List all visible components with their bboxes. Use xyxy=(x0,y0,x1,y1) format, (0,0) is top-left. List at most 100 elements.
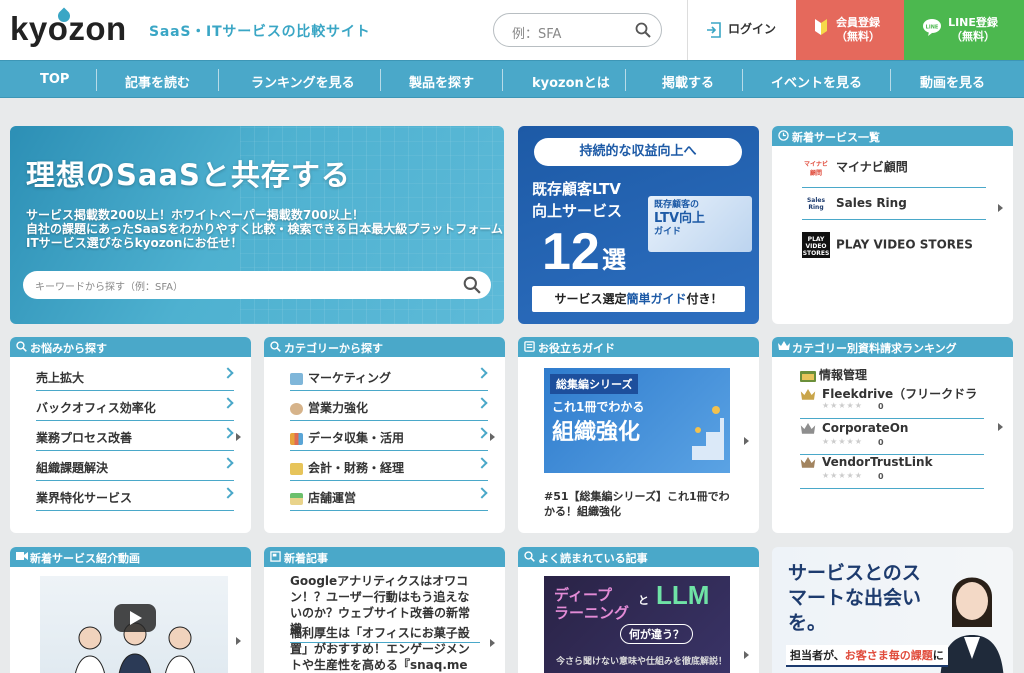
nav-ranking[interactable]: ランキングを見る xyxy=(251,72,355,91)
chevron-right-icon xyxy=(222,367,234,379)
category-label: マーケティング xyxy=(308,371,392,385)
line-register-button[interactable]: LINE LINE登録 （無料） xyxy=(904,0,1024,60)
play-icon xyxy=(130,611,142,625)
nav-products[interactable]: 製品を探す xyxy=(409,72,474,91)
login-label: ログイン xyxy=(728,22,777,36)
next-arrow-icon[interactable] xyxy=(998,423,1003,431)
header-search-input[interactable]: 例：SFA xyxy=(493,13,662,47)
salesring-logo: Sales Ring xyxy=(806,196,826,211)
category-item[interactable]: データ収集・活用 xyxy=(290,421,488,451)
nav-separator xyxy=(218,69,219,91)
rating-stars: ★★★★★ xyxy=(822,401,863,410)
nav-articles[interactable]: 記事を読む xyxy=(125,72,190,91)
bar-chart-icon xyxy=(290,432,303,445)
nav-events[interactable]: イベントを見る xyxy=(771,72,862,91)
new-services-panel: 新着サービス一覧 マイナビ顧問 マイナビ顧問 Sales Ring Sales Ri… xyxy=(772,126,1013,324)
ranking-category[interactable]: 情報管理 xyxy=(800,366,867,383)
trouble-item[interactable]: バックオフィス効率化 xyxy=(36,391,234,421)
next-arrow-icon[interactable] xyxy=(490,639,495,647)
guide-series-label: 総集編シリーズ xyxy=(550,374,639,394)
video-panel: 新着サービス紹介動画 xyxy=(10,547,251,673)
nav-listing[interactable]: 掲載する xyxy=(662,72,714,91)
site-header: kyozon SaaS・ITサービスの比較サイト 例：SFA ログイン 会員登録… xyxy=(0,0,1024,60)
ranking-item[interactable]: CorporateOn ★★★★★ 0 xyxy=(800,421,984,455)
store-icon xyxy=(290,492,303,505)
crown-bronze-icon xyxy=(800,456,816,468)
register-button[interactable]: 会員登録 （無料） xyxy=(796,0,904,60)
video-thumbnail[interactable] xyxy=(40,576,228,673)
news-panel: 新着記事 Googleアナリティクスはオワコン！？ユーザー行動はもう追えないのか… xyxy=(264,547,505,673)
search-icon xyxy=(270,341,281,352)
nav-separator xyxy=(96,69,97,91)
ltv-guide-banner[interactable]: 持続的な収益向上へ 既存顧客LTV 向上サービス 12 選 既存顧客の LTV向… xyxy=(518,126,759,324)
ranking-item-name: VendorTrustLink xyxy=(822,455,933,469)
trouble-item[interactable]: 組織課題解決 xyxy=(36,451,234,481)
ranking-item[interactable]: Fleekdrive（フリークドラ ★★★★★ 0 xyxy=(800,385,984,419)
search-icon[interactable] xyxy=(463,276,481,294)
category-item[interactable]: 会計・財務・経理 xyxy=(290,451,488,481)
book-line-2: LTV向上 xyxy=(654,211,706,226)
ranking-category-label: 情報管理 xyxy=(819,368,868,382)
service-item-playvideo[interactable]: PLAY VIDEO STORES PLAY VIDEO STORES xyxy=(802,232,986,266)
panel-header: カテゴリー別資料請求ランキング xyxy=(772,337,1013,357)
play-button[interactable] xyxy=(114,604,156,632)
next-arrow-icon[interactable] xyxy=(998,204,1003,212)
chevron-right-icon xyxy=(222,487,234,499)
ranking-item-name: CorporateOn xyxy=(822,421,909,435)
keyword-search-input[interactable]: キーワードから探す（例：SFA） xyxy=(23,271,491,299)
news-item[interactable]: 福利厚生は「オフィスにお菓子設置」がおすすめ！エンゲージメントや生産性を高める『… xyxy=(290,625,480,673)
crown-icon xyxy=(778,341,790,350)
category-item[interactable]: 店舗運営 xyxy=(290,481,488,511)
next-arrow-icon[interactable] xyxy=(744,651,749,659)
ltv-guide-book: 既存顧客の LTV向上 ガイド xyxy=(648,196,752,252)
trouble-label: 売上拡大 xyxy=(36,371,85,385)
header-search-placeholder: 例：SFA xyxy=(512,27,562,42)
nav-top[interactable]: TOP xyxy=(40,72,69,87)
chevron-right-icon xyxy=(222,427,234,439)
panel-title: お役立ちガイド xyxy=(538,342,615,355)
next-arrow-icon[interactable] xyxy=(236,637,241,645)
rating-count: 0 xyxy=(878,438,884,447)
panel-title: よく読まれている記事 xyxy=(538,552,648,565)
nav-about[interactable]: kyozonとは xyxy=(532,72,610,91)
guide-caption[interactable]: #51【総集編シリーズ】これ1冊でわかる！組織強化 xyxy=(544,489,734,519)
ltv-banner-unit: 選 xyxy=(602,246,626,274)
popular-thumbnail[interactable]: ディープ ラーニング と LLM 何が違う？ 今さら聞けない意味や仕組みを徹底解… xyxy=(544,576,730,673)
trouble-item[interactable]: 業務プロセス改善 xyxy=(36,421,234,451)
category-item[interactable]: 営業力強化 xyxy=(290,391,488,421)
ltv-banner-number: 12 xyxy=(542,223,600,281)
troubles-panel: お悩みから探す 売上拡大 バックオフィス効率化 業務プロセス改善 組織課題解決 … xyxy=(10,337,251,533)
trouble-item[interactable]: 売上拡大 xyxy=(36,361,234,391)
promo-banner[interactable]: サービスとのスマートな出会いを。 担当者が、お客さま毎の課題に xyxy=(772,547,1013,673)
trouble-label: 組織課題解決 xyxy=(36,461,109,475)
category-label: 営業力強化 xyxy=(308,401,369,415)
promo-footer-em: お客さま毎の課題 xyxy=(844,649,933,662)
search-icon xyxy=(524,551,535,562)
panel-header: よく読まれている記事 xyxy=(518,547,759,567)
popular-image-line-2: ラーニング xyxy=(554,604,630,622)
next-arrow-icon[interactable] xyxy=(236,433,241,441)
panel-header: 新着サービス一覧 xyxy=(772,126,1013,146)
keyword-search-placeholder: キーワードから探す（例：SFA） xyxy=(35,282,184,293)
search-icon[interactable] xyxy=(635,22,651,38)
beginner-icon xyxy=(815,19,827,35)
guide-thumbnail[interactable]: 総集編シリーズ これ1冊でわかる 組織強化 xyxy=(544,368,730,473)
main-nav: TOP 記事を読む ランキングを見る 製品を探す kyozonとは 掲載する イ… xyxy=(0,60,1024,98)
panel-title: 新着サービス一覧 xyxy=(792,131,880,144)
login-button[interactable]: ログイン xyxy=(706,20,776,39)
service-item-salesring[interactable]: Sales Ring Sales Ring xyxy=(802,196,986,220)
next-arrow-icon[interactable] xyxy=(490,433,495,441)
categories-panel: カテゴリーから探す マーケティング 営業力強化 データ収集・活用 会計・財務・経… xyxy=(264,337,505,533)
category-item[interactable]: マーケティング xyxy=(290,361,488,391)
service-item-mynavi[interactable]: マイナビ顧問 マイナビ顧問 xyxy=(802,158,986,188)
book-line-1: 既存顧客の xyxy=(654,200,700,210)
panel-header: お悩みから探す xyxy=(10,337,251,357)
ranking-item[interactable]: VendorTrustLink ★★★★★ 0 xyxy=(800,455,984,489)
next-arrow-icon[interactable] xyxy=(744,437,749,445)
site-tagline: SaaS・ITサービスの比較サイト xyxy=(149,24,371,40)
playvideo-logo: PLAY VIDEO STORES xyxy=(802,232,830,258)
nav-videos[interactable]: 動画を見る xyxy=(920,72,985,91)
register-label-1: 会員登録 xyxy=(836,16,880,29)
trouble-item[interactable]: 業界特化サービス xyxy=(36,481,234,511)
sales-person-icon xyxy=(290,402,303,415)
